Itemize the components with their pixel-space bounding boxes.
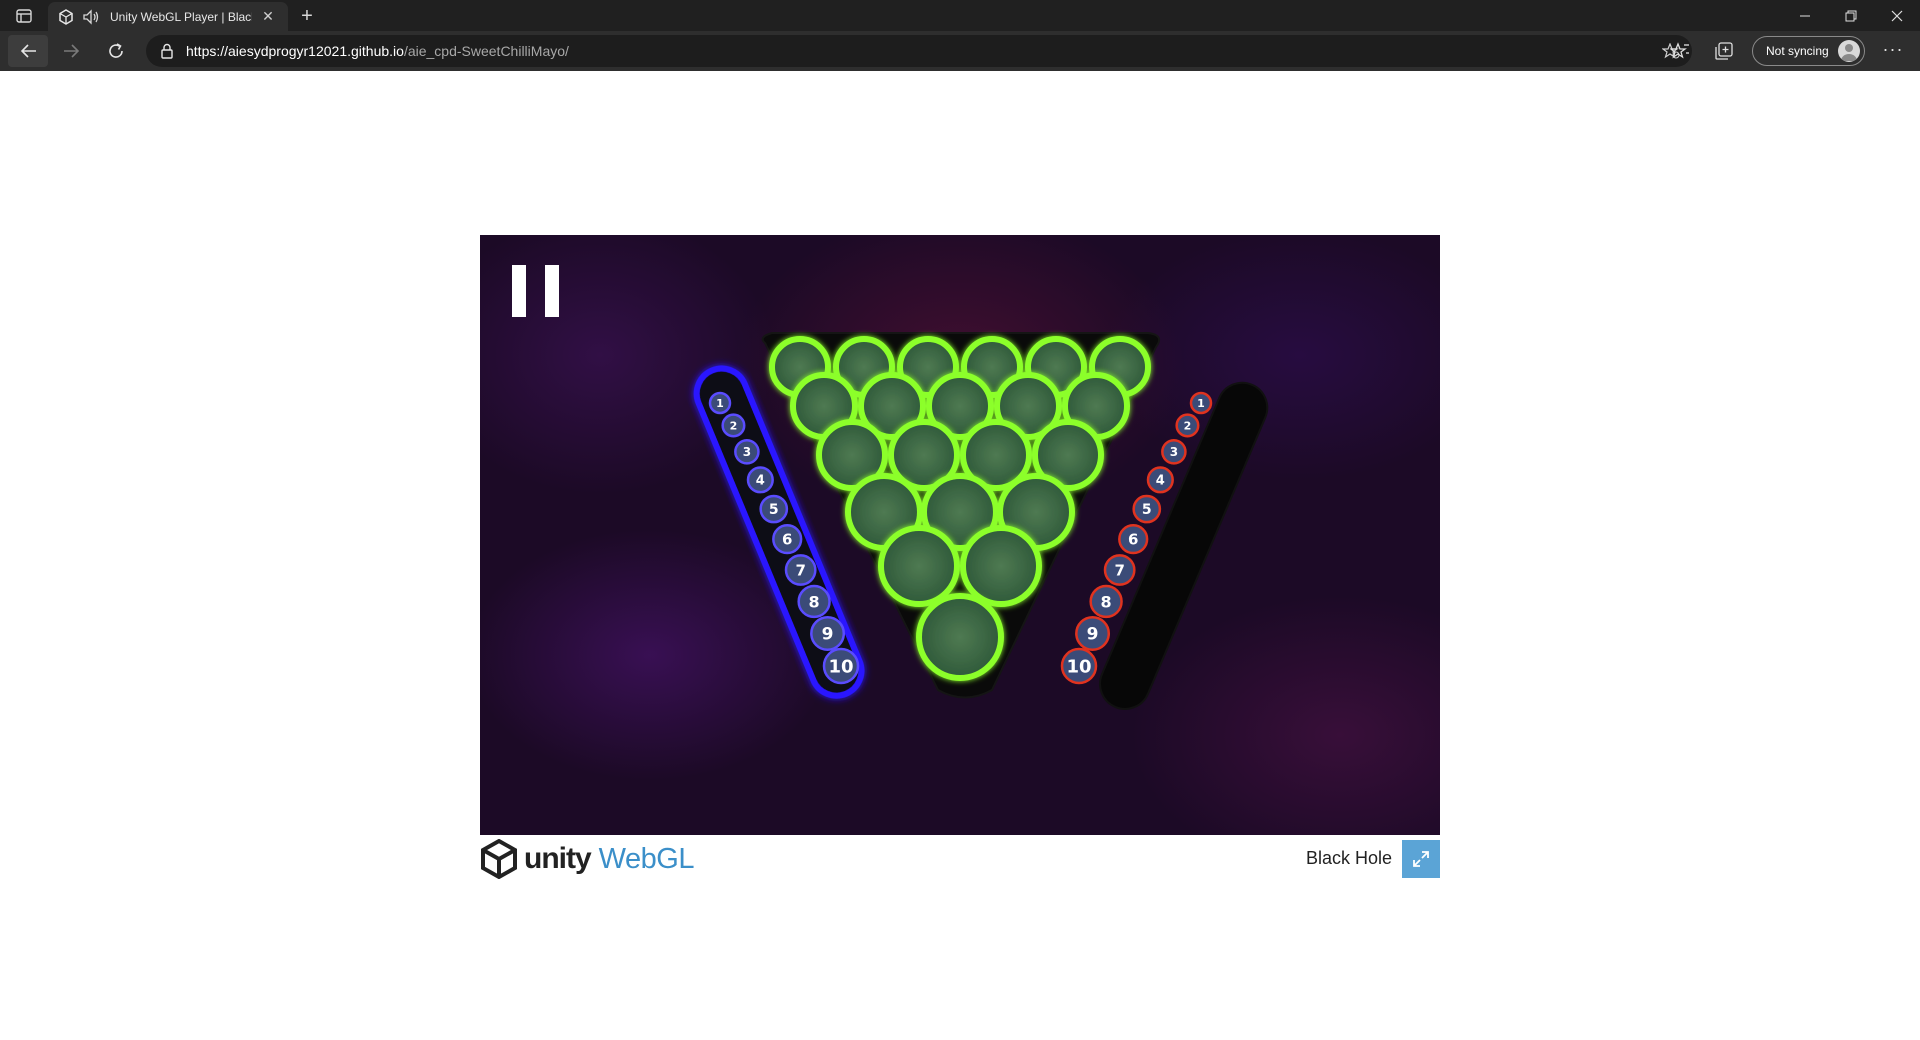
forward-arrow-icon [64,44,80,58]
game-board: 12345678910 12345678910 [693,332,1269,710]
red-token-label: 9 [1087,625,1099,645]
close-tab-icon[interactable]: ✕ [258,8,278,25]
blue-token-label: 1 [716,397,724,410]
minimize-icon[interactable] [1782,0,1828,31]
address-bar[interactable]: https://aiesydprogyr12021.github.io/aie_… [146,35,1692,67]
red-token-label: 10 [1066,656,1091,677]
blue-token[interactable]: 5 [759,494,789,524]
red-token[interactable]: 4 [1146,466,1174,494]
game-title: Black Hole [1305,848,1392,868]
red-token[interactable]: 9 [1075,616,1111,651]
red-token[interactable]: 10 [1060,647,1098,685]
red-token-label: 4 [1156,474,1165,489]
back-arrow-icon [20,44,36,58]
red-token-label: 8 [1101,592,1112,611]
favorites-icon[interactable] [1668,39,1692,63]
blue-token[interactable]: 8 [797,584,831,619]
fullscreen-button[interactable] [1402,840,1440,878]
blue-token-label: 9 [822,625,834,645]
tab-title: Unity WebGL Player | Black [110,9,252,24]
unity-cube-icon [481,839,517,879]
red-token[interactable]: 2 [1175,413,1200,438]
restore-icon[interactable] [1828,0,1874,31]
red-token[interactable]: 6 [1118,524,1149,555]
url-path: /aie_cpd-SweetChilliMayo/ [403,43,569,59]
player-footer: unity WebGL Black Hole [480,835,1440,880]
pause-bar-right [545,265,559,317]
avatar [1838,40,1860,62]
red-token-label: 5 [1142,502,1152,518]
tab-actions-icon[interactable] [10,6,38,26]
blue-token[interactable]: 1 [708,391,732,415]
profile-sync-button[interactable]: Not syncing [1752,36,1865,66]
url-host: https://aiesydprogyr12021.github.io [186,43,404,59]
blue-token[interactable]: 3 [734,438,760,465]
blue-token[interactable]: 4 [746,466,774,494]
webgl-wordmark: WebGL [598,842,695,875]
unity-wordmark: unity [524,842,592,875]
blue-token[interactable]: 6 [772,524,803,555]
reload-button[interactable] [96,35,136,67]
unity-webgl-logo: unity WebGL [480,839,694,879]
active-tab[interactable]: Unity WebGL Player | Black ✕ [48,2,288,31]
board-hole[interactable] [878,525,960,607]
pause-bar-left [512,265,526,317]
red-token[interactable]: 1 [1189,391,1213,415]
pause-button[interactable] [512,265,560,317]
red-token-label: 3 [1170,445,1178,459]
url-text: https://aiesydprogyr12021.github.io/aie_… [186,43,569,59]
browser-toolbar: https://aiesydprogyr12021.github.io/aie_… [0,31,1920,71]
lock-icon[interactable] [160,43,174,59]
blue-token-label: 2 [730,420,738,433]
red-token-label: 6 [1128,530,1138,548]
blue-token-label: 3 [743,445,751,459]
more-options-button[interactable]: ··· [1878,39,1908,63]
red-token[interactable]: 7 [1103,554,1136,586]
back-button[interactable] [8,35,48,67]
red-token[interactable]: 3 [1161,438,1187,465]
blue-token-label: 8 [809,592,820,611]
tab-strip: Unity WebGL Player | Black ✕ + [0,0,1920,31]
red-token-label: 1 [1197,397,1205,410]
forward-button[interactable] [52,35,92,67]
unity-favicon-icon [59,8,73,25]
blue-token-label: 7 [795,562,805,580]
fullscreen-icon [1413,851,1429,867]
blue-token-label: 5 [769,502,779,518]
blue-token-label: 6 [782,530,792,548]
red-token[interactable]: 8 [1089,584,1123,619]
collections-icon[interactable] [1712,39,1736,63]
reload-icon [109,43,123,58]
blue-token[interactable]: 10 [822,647,860,685]
unity-game-canvas[interactable]: 1 2 3 4 5 6 7 8 9 10 1 2 3 4 5 6 7 8 9 10 [480,235,1440,835]
sync-label: Not syncing [1766,44,1829,58]
blue-token-label: 4 [756,474,765,489]
blue-token[interactable]: 7 [784,554,817,586]
red-token-label: 7 [1114,562,1124,580]
blue-token[interactable]: 2 [721,413,746,438]
red-token[interactable]: 5 [1132,494,1162,524]
blue-token-label: 10 [828,656,853,677]
red-token-label: 2 [1184,420,1192,433]
speaker-icon[interactable] [82,8,100,25]
board-hole[interactable] [960,525,1042,607]
new-tab-button[interactable]: + [295,4,319,28]
board-hole[interactable] [916,593,1004,681]
close-window-icon[interactable] [1874,0,1920,31]
blue-token[interactable]: 9 [810,616,846,651]
